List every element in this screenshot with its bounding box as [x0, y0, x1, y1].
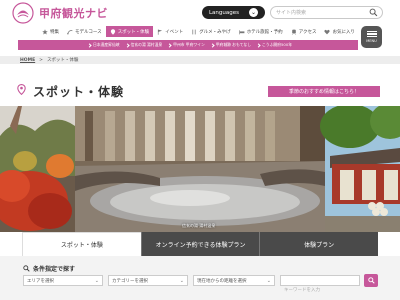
map-pin-icon — [17, 84, 26, 95]
breadcrumb-separator: > — [39, 57, 43, 63]
menu-label: MENU — [366, 39, 377, 44]
chevron-down-icon: ⌄ — [179, 278, 184, 284]
nav-item-label: スポット・体験 — [117, 29, 150, 35]
flag-icon — [158, 29, 163, 35]
chevron-down-icon: ⌄ — [94, 278, 99, 284]
breadcrumb-home-link[interactable]: HOME — [20, 58, 35, 63]
logo-mark-icon — [12, 2, 34, 24]
nav-item-label: グルメ・みやげ — [199, 29, 231, 35]
route-icon — [67, 29, 73, 35]
nav-item-label: 特集 — [50, 29, 59, 35]
page-title: スポット・体験 — [33, 85, 125, 99]
seasonal-info-button[interactable]: 季節のおすすめ情報はこちら！ — [268, 86, 380, 97]
sub-nav: 日本遺産昇仙峡 信玄の湯 湯村温泉 甲州市 甲府ワイン 甲府城跡 おもてなし こ… — [18, 40, 358, 50]
filter-heading: 条件指定で探す — [23, 264, 75, 273]
subnav-item[interactable]: 甲州市 甲府ワイン — [168, 42, 205, 48]
tab-online-booking-plans[interactable]: オンライン予約できる体験プラン — [140, 232, 260, 256]
category-select-value: カテゴリーを選択 — [112, 278, 148, 284]
menu-bar — [366, 35, 377, 38]
search-submit-button[interactable] — [364, 274, 378, 287]
site-header: 甲府観光ナビ Languages ⌄ 特集 モデルコース ス — [0, 0, 400, 56]
nav-item-gourmet[interactable]: グルメ・みやげ — [187, 26, 235, 37]
nav-item-favorites[interactable]: お気に入り — [320, 26, 359, 37]
nav-item-access[interactable]: アクセス — [287, 26, 321, 37]
food-icon — [192, 29, 196, 34]
nav-item-model-course[interactable]: モデルコース — [63, 26, 106, 37]
subnav-item[interactable]: 信玄の湯 湯村温泉 — [126, 42, 163, 48]
breadcrumb: HOME > スポット・体験 — [0, 56, 400, 64]
bed-icon — [238, 29, 245, 34]
search-icon[interactable] — [369, 8, 378, 17]
nav-item-hotels[interactable]: ホテル旅館・予約 — [235, 26, 287, 37]
menu-bar — [366, 30, 377, 33]
breadcrumb-current: スポット・体験 — [46, 58, 79, 63]
search-icon — [367, 277, 375, 284]
area-select[interactable]: エリアを選択 ⌄ — [23, 275, 103, 286]
heart-icon — [324, 29, 331, 34]
language-button[interactable]: Languages ⌄ — [202, 6, 265, 19]
tab-spots[interactable]: スポット・体験 — [22, 232, 141, 256]
search-input[interactable] — [273, 7, 369, 18]
tab-experience-plans[interactable]: 体験プラン — [259, 232, 379, 256]
distance-select[interactable]: 現在地からの距離を選択 ⌄ — [193, 275, 275, 286]
train-icon — [291, 29, 296, 35]
language-label: Languages — [208, 9, 239, 16]
site-search — [270, 6, 383, 19]
filter-title: 条件指定で探す — [33, 266, 76, 273]
search-icon — [23, 265, 30, 272]
keyword-input[interactable] — [281, 286, 359, 295]
subnav-item[interactable]: こうふ開府500年 — [257, 42, 292, 48]
subnav-item[interactable]: 甲府城跡 おもてなし — [211, 42, 251, 48]
main-nav: 特集 モデルコース スポット・体験 イベント グルメ・みやげ ホテル旅館・予約 — [38, 26, 359, 37]
nav-item-label: イベント — [165, 29, 184, 35]
nav-item-label: お気に入り — [332, 29, 355, 35]
subnav-item[interactable]: 日本遺産昇仙峡 — [88, 42, 120, 48]
nav-item-label: ホテル旅館・予約 — [246, 29, 283, 35]
category-select[interactable]: カテゴリーを選択 ⌄ — [108, 275, 188, 286]
nav-item-spots[interactable]: スポット・体験 — [105, 26, 154, 37]
area-select-value: エリアを選択 — [27, 278, 54, 284]
hero-photo — [0, 106, 400, 232]
category-tabs: スポット・体験 オンライン予約できる体験プラン 体験プラン — [22, 232, 379, 256]
chevron-down-icon: ⌄ — [266, 278, 271, 284]
logo-text: 甲府観光ナビ — [39, 7, 108, 20]
star-icon — [42, 28, 48, 35]
menu-bar — [366, 33, 377, 35]
site-logo[interactable]: 甲府観光ナビ — [12, 2, 108, 24]
nav-item-feature[interactable]: 特集 — [38, 26, 63, 37]
keyword-field — [280, 275, 360, 295]
hero-image: 信玄の湯 湯村温泉 — [0, 106, 400, 232]
nav-item-label: モデルコース — [75, 29, 102, 35]
nav-item-events[interactable]: イベント — [153, 26, 187, 37]
chevron-down-icon: ⌄ — [249, 8, 258, 17]
hero-caption: 信玄の湯 湯村温泉 — [182, 223, 216, 228]
page: 甲府観光ナビ Languages ⌄ 特集 モデルコース ス — [0, 0, 400, 300]
menu-button[interactable]: MENU — [361, 26, 382, 48]
pin-icon — [110, 28, 115, 35]
nav-item-label: アクセス — [298, 29, 317, 35]
distance-select-value: 現在地からの距離を選択 — [197, 278, 247, 284]
